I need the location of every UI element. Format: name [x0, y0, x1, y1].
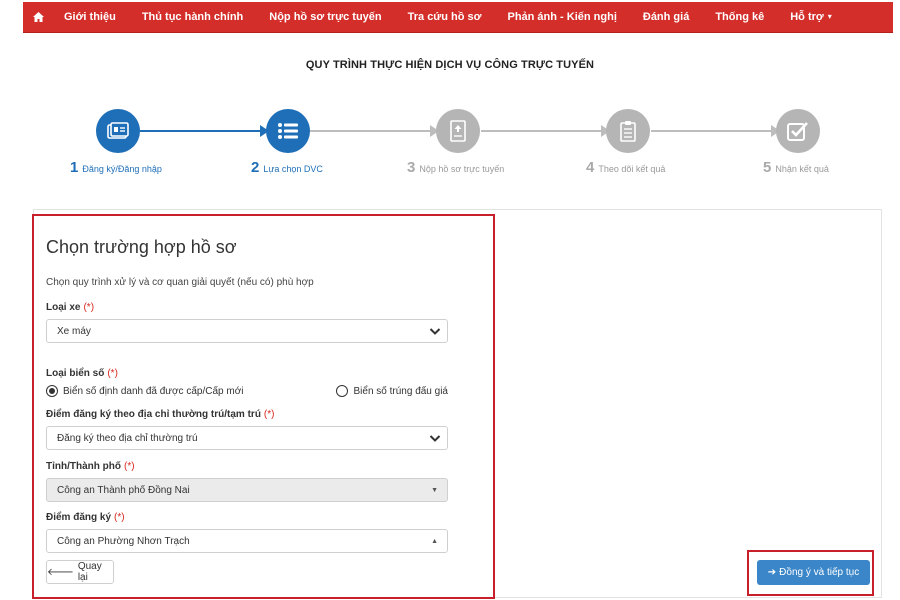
step-1-label: 1 Đăng ký/Đăng nhập [70, 159, 162, 176]
page-title: QUY TRÌNH THỰC HIỆN DỊCH VỤ CÔNG TRỰC TU… [305, 59, 595, 71]
step-4-number: 4 [586, 159, 595, 176]
chevron-down-icon: ▾ [827, 11, 832, 21]
back-button[interactable]: 🡐 Quay lại [46, 560, 114, 584]
check-square-icon [787, 122, 808, 141]
registration-point-value: Công an Phường Nhơn Trạch [57, 535, 190, 547]
plate-type-label: Loại biển số (*) [46, 368, 448, 379]
registration-address-select[interactable]: Đăng ký theo địa chỉ thường trú [46, 426, 448, 450]
step-4-circle [606, 109, 650, 153]
step-5-label: 5 Nhận kết quả [763, 159, 829, 176]
nav-item-thong-ke[interactable]: Thống kê [702, 2, 777, 33]
registration-point-label-text: Điểm đăng ký [46, 512, 112, 523]
vehicle-type-value: Xe máy [57, 325, 91, 337]
arrow-left-icon: 🡐 [47, 567, 74, 578]
step-5-text: Nhận kết quả [775, 164, 829, 174]
registration-address-label-text: Điểm đăng ký theo địa chỉ thường trú/tạm… [46, 409, 261, 420]
case-selection-form: Chọn trường hợp hồ sơ Chọn quy trình xử … [46, 230, 448, 553]
plate-type-option-auction-label: Biển số trúng đấu giá [353, 385, 448, 397]
registration-point-label: Điểm đăng ký (*) [46, 512, 448, 523]
radio-unselected-icon[interactable] [336, 385, 349, 397]
progress-stepper: 1 Đăng ký/Đăng nhập 2 Lựa chọn DVC 3 Nộp hồ… [0, 106, 900, 186]
step-2-number: 2 [251, 159, 260, 176]
nav-item-tra-cuu-ho-so[interactable]: Tra cứu hồ sơ [395, 2, 495, 33]
plate-type-option-auction[interactable]: Biển số trúng đấu giá [336, 385, 448, 397]
home-icon[interactable] [23, 12, 53, 22]
step-3-circle [436, 109, 480, 153]
nav-item-danh-gia[interactable]: Đánh giá [630, 2, 702, 33]
step-3-number: 3 [407, 159, 416, 176]
step-4-label: 4 Theo dõi kết quả [586, 159, 665, 176]
back-button-label: Quay lại [77, 561, 102, 583]
page: Giới thiệu Thủ tục hành chính Nộp hồ sơ … [0, 0, 900, 600]
nav-item-nop-ho-so-truc-tuyen[interactable]: Nộp hồ sơ trực tuyến [256, 2, 394, 33]
nav-item-ho-tro-label: Hỗ trợ [790, 10, 824, 23]
list-icon [278, 123, 298, 139]
province-select[interactable]: Công an Thành phố Đồng Nai ▼ [46, 478, 448, 502]
step-1-circle [96, 109, 140, 153]
nav-item-ho-tro[interactable]: Hỗ trợ ▾ [777, 2, 845, 33]
nav-item-phan-anh-kien-nghi[interactable]: Phản ánh - Kiến nghị [494, 2, 629, 33]
plate-type-radio-group: Biển số định danh đã được cấp/Cấp mới Bi… [46, 385, 448, 397]
province-label-text: Tỉnh/Thành phố [46, 461, 121, 472]
step-connector-3 [481, 130, 603, 132]
step-4-text: Theo dõi kết quả [598, 164, 666, 174]
step-3-label: 3 Nộp hồ sơ trực tuyến [407, 159, 504, 176]
nav-item-thu-tuc-hanh-chinh[interactable]: Thủ tục hành chính [129, 2, 256, 33]
vehicle-type-label-text: Loại xe [46, 302, 81, 313]
required-mark: (*) [123, 461, 135, 472]
plate-type-option-assigned[interactable]: Biển số định danh đã được cấp/Cấp mới [46, 385, 243, 397]
step-1-number: 1 [70, 159, 79, 176]
step-connector-1 [140, 130, 262, 132]
id-card-icon [107, 122, 129, 139]
registration-point-select[interactable]: Công an Phường Nhơn Trạch ▲ [46, 529, 448, 553]
dropdown-triangle-icon: ▼ [431, 487, 438, 494]
step-2-label: 2 Lựa chọn DVC [251, 159, 323, 176]
agree-continue-button[interactable]: ➔ Đồng ý và tiếp tục [757, 560, 870, 585]
dropdown-triangle-icon: ▲ [431, 538, 438, 545]
required-mark: (*) [83, 302, 95, 313]
step-5-circle [776, 109, 820, 153]
province-label: Tỉnh/Thành phố (*) [46, 461, 448, 472]
step-1-text: Đăng ký/Đăng nhập [82, 164, 162, 174]
vehicle-type-select[interactable]: Xe máy [46, 319, 448, 343]
clipboard-icon [620, 121, 636, 142]
form-subtitle: Chọn quy trình xử lý và cơ quan giải quy… [46, 277, 314, 288]
step-2-circle [266, 109, 310, 153]
province-value: Công an Thành phố Đồng Nai [57, 484, 190, 496]
agree-continue-button-label: Đồng ý và tiếp tục [779, 567, 860, 578]
required-mark: (*) [114, 512, 125, 523]
plate-type-label-text: Loại biển số [46, 368, 105, 379]
registration-address-value: Đăng ký theo địa chỉ thường trú [57, 432, 198, 444]
document-upload-icon [450, 120, 466, 142]
radio-selected-icon[interactable] [46, 385, 58, 397]
chevron-down-icon [429, 435, 441, 442]
vehicle-type-label: Loại xe (*) [46, 302, 448, 313]
step-3-text: Nộp hồ sơ trực tuyến [419, 164, 505, 174]
step-connector-4 [651, 130, 773, 132]
chevron-down-icon [429, 328, 441, 335]
plate-type-option-assigned-label: Biển số định danh đã được cấp/Cấp mới [63, 385, 244, 397]
registration-address-label: Điểm đăng ký theo địa chỉ thường trú/tạm… [46, 409, 448, 420]
required-mark: (*) [263, 409, 275, 420]
nav-item-gioi-thieu[interactable]: Giới thiệu [53, 2, 129, 33]
step-5-number: 5 [763, 159, 772, 176]
step-connector-2 [310, 130, 432, 132]
arrow-right-icon: ➔ [767, 567, 777, 578]
required-mark: (*) [107, 368, 118, 379]
top-nav: Giới thiệu Thủ tục hành chính Nộp hồ sơ … [23, 2, 893, 33]
form-title: Chọn trường hợp hồ sơ [46, 237, 237, 257]
step-2-text: Lựa chọn DVC [263, 164, 323, 174]
